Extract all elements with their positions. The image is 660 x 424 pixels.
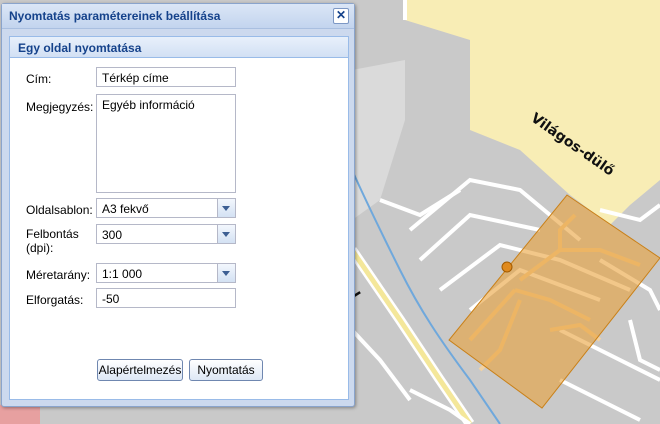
template-select-value: A3 fekvő bbox=[102, 202, 149, 216]
print-button[interactable]: Nyomtatás bbox=[189, 359, 263, 381]
resolution-label-line2: (dpi): bbox=[26, 241, 54, 255]
resolution-select-value: 300 bbox=[102, 228, 123, 242]
chevron-down-icon bbox=[222, 232, 230, 237]
rotation-input[interactable]: -50 bbox=[96, 288, 236, 308]
template-dropdown-trigger[interactable] bbox=[217, 199, 235, 217]
single-page-print-panel: Egy oldal nyomtatása Cím: Térkép címe Me… bbox=[9, 36, 349, 400]
note-label: Megjegyzés: bbox=[26, 100, 94, 114]
dialog-header[interactable]: Nyomtatás paramétereinek beállítása ✕ bbox=[2, 4, 354, 29]
note-textarea[interactable]: Egyéb információ bbox=[96, 94, 236, 193]
resolution-select[interactable]: 300 bbox=[96, 224, 236, 244]
scale-label: Méretarány: bbox=[26, 268, 91, 282]
template-label: Oldalsablon: bbox=[26, 203, 93, 217]
title-label: Cím: bbox=[26, 72, 52, 86]
chevron-down-icon bbox=[222, 206, 230, 211]
title-input[interactable]: Térkép címe bbox=[96, 67, 236, 87]
template-select[interactable]: A3 fekvő bbox=[96, 198, 236, 218]
panel-header: Egy oldal nyomtatása bbox=[10, 37, 348, 58]
dialog-title: Nyomtatás paramétereinek beállítása bbox=[9, 9, 221, 23]
rotation-label: Elforgatás: bbox=[26, 293, 84, 307]
print-extent-rotate-handle[interactable] bbox=[501, 261, 513, 273]
scale-select-value: 1:1 000 bbox=[102, 267, 143, 281]
note-textarea-value: Egyéb információ bbox=[102, 98, 195, 112]
panel-title: Egy oldal nyomtatása bbox=[18, 41, 142, 55]
scale-dropdown-trigger[interactable] bbox=[217, 264, 235, 282]
title-input-value: Térkép címe bbox=[102, 71, 169, 85]
close-icon[interactable]: ✕ bbox=[333, 8, 349, 24]
scale-select[interactable]: 1:1 000 bbox=[96, 263, 236, 283]
chevron-down-icon bbox=[222, 271, 230, 276]
resolution-dropdown-trigger[interactable] bbox=[217, 225, 235, 243]
print-settings-dialog: Nyomtatás paramétereinek beállítása ✕ Eg… bbox=[1, 3, 355, 407]
defaults-button[interactable]: Alapértelmezés bbox=[97, 359, 183, 381]
resolution-label-line1: Felbontás bbox=[26, 227, 79, 241]
rotation-input-value: -50 bbox=[102, 292, 120, 306]
